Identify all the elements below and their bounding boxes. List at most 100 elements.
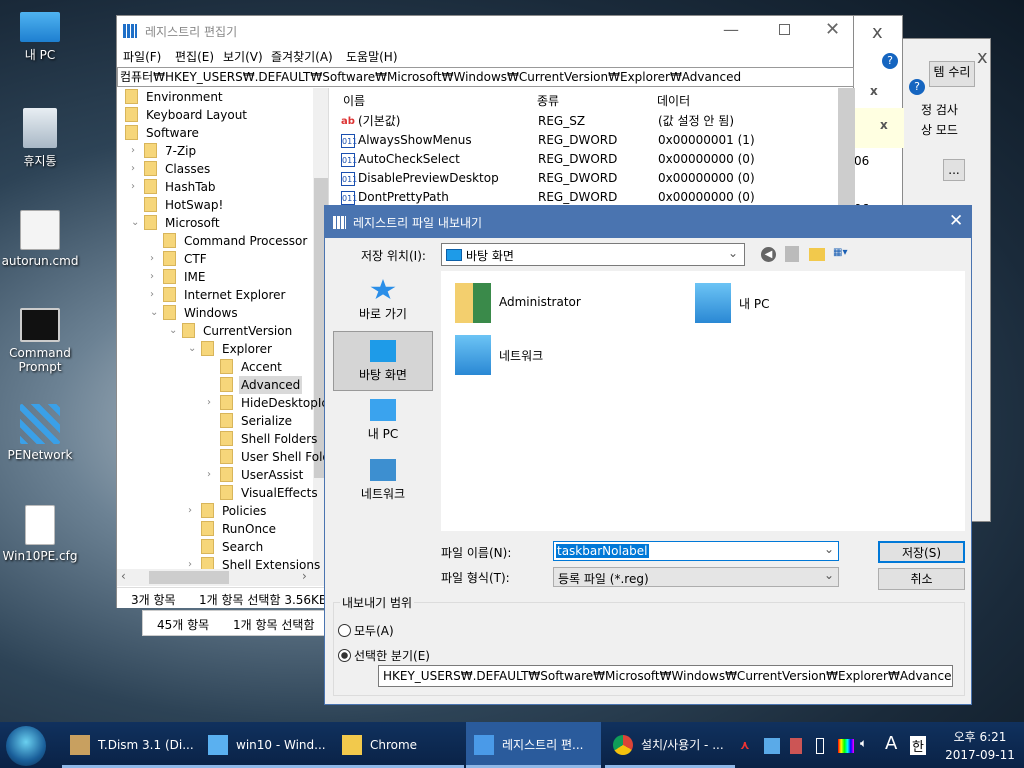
tree-item[interactable]: › HideDesktopIcons <box>117 394 328 412</box>
language-indicator[interactable]: 한 <box>910 736 926 755</box>
branch-input[interactable]: HKEY_USERS₩.DEFAULT₩Software₩Microsoft₩W… <box>378 665 953 687</box>
maximize-button[interactable] <box>779 24 790 35</box>
radio-all-label[interactable]: 모두(A) <box>354 622 394 639</box>
column-header-name[interactable]: 이름 <box>343 92 365 109</box>
place-1[interactable]: 바탕 화면 <box>333 331 433 391</box>
tray-tool-icon[interactable] <box>790 738 802 754</box>
ime-mode[interactable]: A <box>885 733 897 754</box>
chevron-right-icon[interactable]: › <box>150 286 160 304</box>
menu-item[interactable]: 편집(E) <box>175 48 214 65</box>
chevron-down-icon[interactable]: ⌄ <box>169 322 179 340</box>
tree-item[interactable]: Shell Folders <box>117 430 317 448</box>
chevron-right-icon[interactable]: › <box>131 178 141 196</box>
tree-item[interactable]: VisualEffects <box>117 484 318 502</box>
menu-item[interactable]: 즐겨찾기(A) <box>271 48 333 65</box>
tray-app-icon[interactable]: ⋏ <box>740 738 750 752</box>
close-button[interactable]: ✕ <box>949 211 963 231</box>
chevron-right-icon[interactable]: › <box>131 142 141 160</box>
tree-item[interactable]: Advanced <box>117 376 313 394</box>
tree-item[interactable]: › 7-Zip <box>117 142 313 160</box>
file-item[interactable]: Administrator <box>451 281 671 327</box>
tree-item[interactable]: Serialize <box>117 412 313 430</box>
up-folder-icon[interactable] <box>785 246 799 262</box>
tree-item[interactable]: › CTF <box>117 250 313 268</box>
value-row[interactable]: 011AutoCheckSelect REG_DWORD 0x00000000 (0… <box>341 150 841 169</box>
chevron-down-icon[interactable]: ⌄ <box>131 214 141 232</box>
tree-item[interactable]: Command Processor <box>117 232 313 250</box>
tree-item[interactable]: ⌄ Explorer <box>117 340 313 358</box>
filetype-dropdown[interactable]: 등록 파일 (*.reg) ⌄ <box>553 567 839 587</box>
minimize-button[interactable]: — <box>723 20 739 39</box>
chevron-right-icon[interactable]: › <box>150 268 160 286</box>
chevron-right-icon[interactable]: › <box>207 394 217 412</box>
new-folder-icon[interactable] <box>809 248 825 261</box>
clock[interactable]: 오후 6:21 2017-09-11 <box>940 728 1020 764</box>
chevron-right-icon[interactable]: › <box>150 250 160 268</box>
cancel-button[interactable]: 취소 <box>878 568 965 590</box>
menu-item[interactable]: 파일(F) <box>123 48 161 65</box>
tree-item[interactable]: HotSwap! <box>117 196 313 214</box>
desktop-icon-win10pe-cfg[interactable]: Win10PE.cfg <box>0 505 80 563</box>
filename-input[interactable]: taskbarNolabel ⌄ <box>553 541 839 561</box>
radio-selected-branch[interactable] <box>338 649 351 662</box>
tree-item[interactable]: Search <box>117 538 313 556</box>
chevron-down-icon[interactable]: ⌄ <box>188 340 198 358</box>
taskbar-item[interactable]: Chrome <box>334 722 464 768</box>
tree-item[interactable]: › Internet Explorer <box>117 286 313 304</box>
chevron-right-icon[interactable]: › <box>207 466 217 484</box>
clear-icon[interactable]: x <box>870 84 878 98</box>
tree-item[interactable]: › Classes <box>117 160 313 178</box>
repair-button[interactable]: 템 수리 <box>929 61 975 87</box>
place-2[interactable]: 내 PC <box>333 391 433 451</box>
chevron-right-icon[interactable]: › <box>188 502 198 520</box>
menu-item[interactable]: 보기(V) <box>223 48 263 65</box>
tree-horizontal-scrollbar[interactable]: ‹ › <box>117 569 329 586</box>
chevron-right-icon[interactable]: › <box>188 556 198 569</box>
close-icon[interactable]: x <box>880 118 888 132</box>
taskbar-item[interactable]: 레지스트리 편... <box>466 722 601 768</box>
address-bar[interactable]: 컴퓨터₩HKEY_USERS₩.DEFAULT₩Software₩Microso… <box>117 67 854 87</box>
tree-item[interactable]: ⌄ Windows <box>117 304 313 322</box>
value-row[interactable]: ab (기본값) REG_SZ (값 설정 안 됨) <box>341 112 841 131</box>
desktop-icon-my-pc[interactable]: 내 PC <box>0 10 80 63</box>
tree-item[interactable]: › Shell Extensions <box>117 556 320 569</box>
close-icon[interactable]: x <box>977 47 988 68</box>
desktop-icon-penetwork[interactable]: PENetwork <box>0 404 80 462</box>
network-tray-icon[interactable] <box>764 738 780 754</box>
usb-tray-icon[interactable] <box>816 738 824 754</box>
view-menu-icon[interactable]: ▦▾ <box>833 247 857 261</box>
tree-item[interactable]: ⌄ CurrentVersion <box>117 322 313 340</box>
file-item[interactable]: 내 PC <box>691 281 911 327</box>
volume-icon[interactable]: 🔈︎ <box>860 736 867 751</box>
tree-item[interactable]: Keyboard Layout <box>117 106 313 124</box>
help-icon[interactable]: ? <box>882 53 898 69</box>
desktop-icon-autorun[interactable]: autorun.cmd <box>0 210 80 268</box>
back-icon[interactable]: ◀ <box>761 247 776 262</box>
column-header-data[interactable]: 데이터 <box>657 92 690 109</box>
tree-item[interactable]: Environment <box>117 88 313 106</box>
desktop-icon-recycle-bin[interactable]: 휴지통 <box>0 108 80 169</box>
tree-item[interactable]: › IME <box>117 268 313 286</box>
start-button[interactable] <box>6 726 46 766</box>
chevron-down-icon[interactable]: ⌄ <box>824 542 834 556</box>
tree-item[interactable]: Accent <box>117 358 313 376</box>
help-icon[interactable]: ? <box>909 79 925 95</box>
save-button[interactable]: 저장(S) <box>878 541 965 563</box>
close-icon[interactable]: x <box>872 22 883 43</box>
taskbar-item[interactable]: 설치/사용기 - ... <box>605 722 735 768</box>
radio-selected-branch-label[interactable]: 선택한 분기(E) <box>354 647 430 664</box>
radio-all[interactable] <box>338 624 351 637</box>
place-0[interactable]: 바로 가기 <box>333 271 433 331</box>
chevron-down-icon[interactable]: ⌄ <box>150 304 160 322</box>
tree-item[interactable]: › UserAssist <box>117 466 313 484</box>
close-button[interactable]: ✕ <box>825 19 840 40</box>
tree-item[interactable]: User Shell Folders <box>117 448 328 466</box>
tree-item[interactable]: › HashTab <box>117 178 313 196</box>
chevron-right-icon[interactable]: › <box>131 160 141 178</box>
save-in-dropdown[interactable]: 바탕 화면 ⌄ <box>441 243 745 266</box>
tree-item[interactable]: RunOnce <box>117 520 313 538</box>
desktop-icon-command-prompt[interactable]: Command Prompt <box>0 308 80 374</box>
value-row[interactable]: 011DisablePreviewDesktop REG_DWORD 0x00000… <box>341 169 841 188</box>
column-header-type[interactable]: 종류 <box>537 92 559 109</box>
values-vertical-scrollbar[interactable] <box>838 88 855 218</box>
